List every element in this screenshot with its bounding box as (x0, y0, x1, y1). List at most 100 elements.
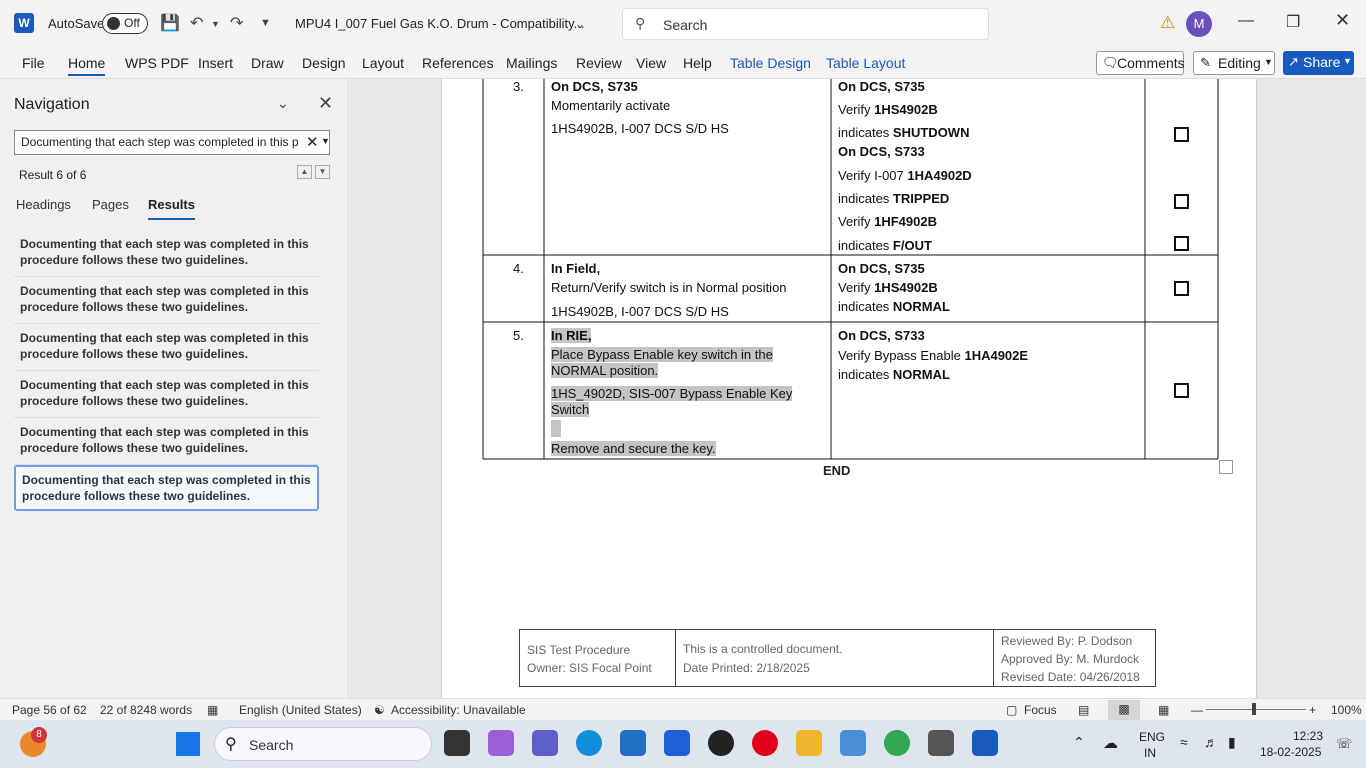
tab-help[interactable]: Help (683, 55, 712, 71)
windows-start-icon[interactable] (176, 732, 200, 756)
tab-headings[interactable]: Headings (16, 197, 71, 212)
store-icon[interactable] (620, 730, 646, 756)
title-chevron-down-icon[interactable]: ⌄ (575, 17, 585, 31)
page-indicator[interactable]: Page 56 of 62 (12, 703, 87, 717)
app-icon[interactable] (840, 730, 866, 756)
print-layout-icon[interactable]: ▩ (1108, 700, 1140, 720)
tab-review[interactable]: Review (576, 55, 622, 71)
signoff-checkbox[interactable] (1174, 236, 1189, 251)
chrome-icon[interactable] (884, 730, 910, 756)
edge-icon[interactable] (576, 730, 602, 756)
battery-icon[interactable]: ▮ (1228, 734, 1236, 751)
taskbar-search-input[interactable]: ⚲ Search (214, 727, 432, 761)
language-line-2[interactable]: IN (1144, 746, 1156, 760)
zoom-slider-thumb[interactable] (1252, 703, 1256, 715)
tab-results[interactable]: Results (148, 197, 195, 220)
tab-mailings[interactable]: Mailings (506, 55, 557, 71)
dell-icon[interactable] (708, 730, 734, 756)
previous-result-icon[interactable]: ▲ (297, 165, 312, 179)
word-taskbar-icon[interactable] (972, 730, 998, 756)
undo-dropdown-icon[interactable]: ▼ (211, 19, 220, 29)
zoom-level[interactable]: 100% (1331, 703, 1362, 717)
notifications-bell-icon[interactable]: ☏ (1336, 736, 1352, 752)
document-area[interactable]: 3. On DCS, S735 Momentarily activate 1HS… (350, 79, 1366, 698)
language-indicator[interactable]: English (United States) (239, 703, 362, 717)
search-result-item[interactable]: Documenting that each step was completed… (14, 419, 319, 465)
zoom-out-icon[interactable]: — (1191, 703, 1203, 717)
navigation-pane: Navigation ⌄ ✕ Documenting that each ste… (0, 79, 349, 698)
web-layout-icon[interactable]: ▦ (1158, 703, 1169, 717)
signoff-checkbox[interactable] (1174, 281, 1189, 296)
verify-heading: On DCS, S733 (838, 144, 925, 159)
save-icon[interactable]: 💾 (160, 13, 180, 33)
signoff-checkbox[interactable] (1174, 194, 1189, 209)
autosave-toggle[interactable]: Off (102, 13, 148, 34)
focus-button[interactable]: Focus (1024, 703, 1057, 717)
comments-button[interactable]: 🗨 Comments (1096, 51, 1185, 75)
pane-options-chevron-icon[interactable]: ⌄ (277, 95, 289, 112)
tab-home[interactable]: Home (68, 55, 106, 76)
search-result-item[interactable]: Documenting that each step was completed… (14, 231, 319, 277)
notification-badge: 8 (31, 727, 47, 743)
tab-table-design[interactable]: Table Design (730, 55, 811, 71)
tab-references[interactable]: References (422, 55, 494, 71)
accessibility-status[interactable]: Accessibility: Unavailable (391, 703, 526, 717)
search-result-item[interactable]: Documenting that each step was completed… (14, 278, 319, 324)
footer-approved-by: Approved By: M. Murdock (1001, 652, 1140, 666)
document-page[interactable]: 3. On DCS, S735 Momentarily activate 1HS… (441, 79, 1257, 698)
navigation-search-input[interactable]: Documenting that each step was completed… (14, 130, 330, 155)
tab-layout[interactable]: Layout (362, 55, 404, 71)
signoff-checkbox[interactable] (1174, 127, 1189, 142)
language-line-1[interactable]: ENG (1139, 730, 1165, 744)
tab-design[interactable]: Design (302, 55, 346, 71)
search-result-item[interactable]: Documenting that each step was completed… (14, 325, 319, 371)
step-number: 4. (513, 261, 524, 276)
document-title[interactable]: MPU4 I_007 Fuel Gas K.O. Drum - Compatib… (295, 16, 584, 31)
maximize-icon[interactable]: ❐ (1286, 12, 1300, 32)
share-button[interactable]: ↗ Share ▼ (1283, 51, 1354, 75)
undo-icon[interactable]: ↶ (190, 13, 203, 33)
proofing-icon[interactable]: ▦ (207, 703, 218, 717)
read-mode-icon[interactable]: ▤ (1078, 703, 1089, 717)
task-view-icon[interactable] (444, 730, 470, 756)
tab-pages[interactable]: Pages (92, 197, 129, 212)
search-result-item-selected[interactable]: Documenting that each step was completed… (14, 465, 319, 511)
tab-insert[interactable]: Insert (198, 55, 233, 71)
zoom-in-icon[interactable]: + (1309, 703, 1316, 717)
editing-mode-button[interactable]: ✎ Editing ▼ (1193, 51, 1275, 75)
app-icon[interactable] (928, 730, 954, 756)
clear-search-icon[interactable]: ✕ (306, 133, 319, 151)
footer-controlled: This is a controlled document. (683, 642, 843, 656)
tab-view[interactable]: View (636, 55, 666, 71)
warning-icon[interactable]: ⚠ (1160, 13, 1175, 33)
wifi-icon[interactable]: ≈ (1180, 734, 1188, 750)
redo-icon[interactable]: ↷ (230, 13, 243, 33)
close-icon[interactable]: ✕ (1335, 10, 1350, 31)
show-hidden-icons[interactable]: ⌃ (1073, 734, 1085, 751)
pane-close-icon[interactable]: ✕ (318, 93, 333, 114)
signoff-checkbox[interactable] (1174, 383, 1189, 398)
word-count[interactable]: 22 of 8248 words (100, 703, 192, 717)
minimize-icon[interactable]: — (1238, 12, 1254, 30)
tab-wps-pdf[interactable]: WPS PDF (125, 55, 189, 71)
teams-icon[interactable] (532, 730, 558, 756)
table-resize-handle[interactable] (1219, 460, 1233, 474)
clock-time[interactable]: 12:23 (1293, 729, 1323, 743)
opera-icon[interactable] (752, 730, 778, 756)
volume-icon[interactable]: ♬ (1204, 734, 1218, 750)
onedrive-icon[interactable]: ☁ (1103, 734, 1118, 752)
power-automate-icon[interactable] (664, 730, 690, 756)
clock-date[interactable]: 18-02-2025 (1260, 745, 1321, 759)
file-explorer-icon[interactable] (796, 730, 822, 756)
search-options-icon[interactable]: ▼ (321, 136, 330, 146)
avatar[interactable]: M (1186, 11, 1212, 37)
tab-table-layout[interactable]: Table Layout (826, 55, 905, 71)
search-input[interactable]: ⚲ Search (622, 8, 989, 40)
tab-file[interactable]: File (22, 55, 45, 71)
search-result-item[interactable]: Documenting that each step was completed… (14, 372, 319, 418)
tab-draw[interactable]: Draw (251, 55, 284, 71)
next-result-icon[interactable]: ▼ (315, 165, 330, 179)
copilot-icon[interactable] (488, 730, 514, 756)
customize-toolbar-icon[interactable]: ▼ (260, 17, 271, 29)
zoom-slider[interactable] (1206, 709, 1306, 710)
